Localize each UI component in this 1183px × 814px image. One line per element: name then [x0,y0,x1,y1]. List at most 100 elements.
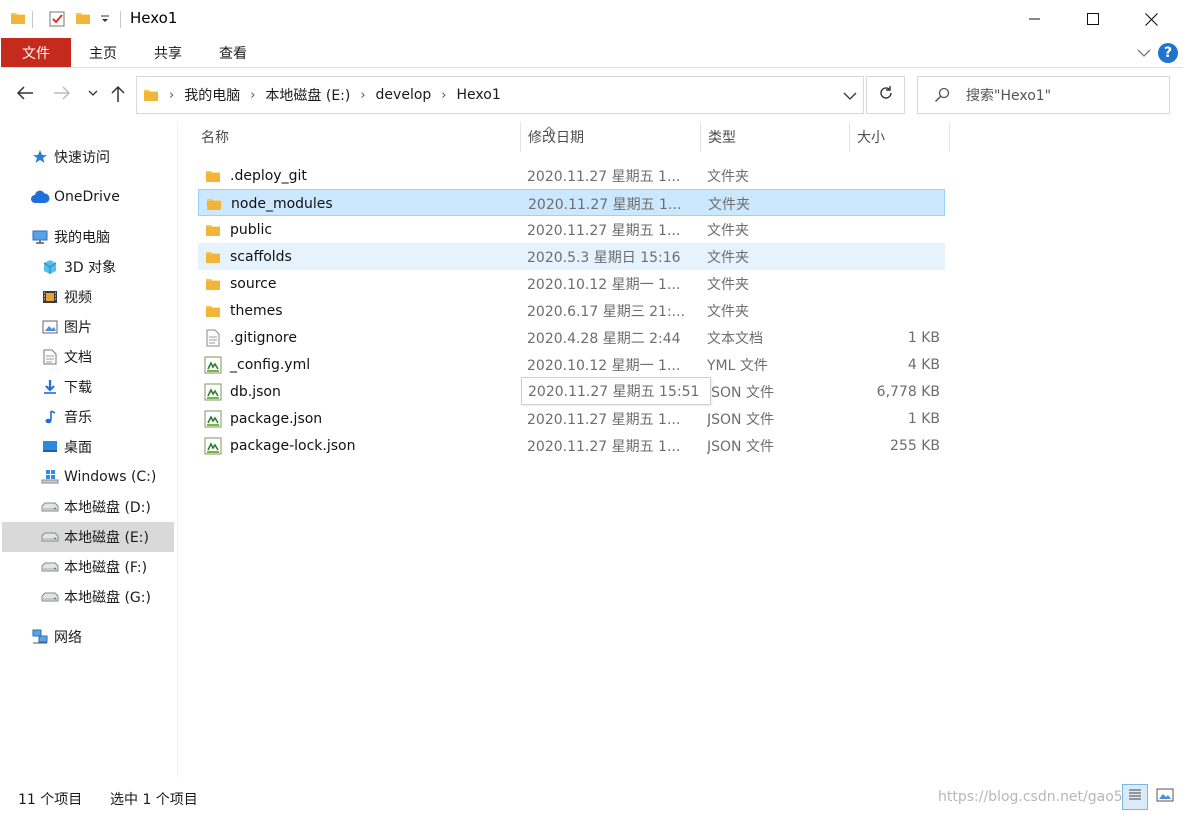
file-name: _config.yml [230,356,311,373]
help-icon[interactable]: ? [1158,43,1178,63]
file-size: 1 KB [907,329,940,346]
sidebar-item[interactable]: 桌面 [2,432,174,462]
file-name: .gitignore [230,329,297,346]
sidebar-item[interactable]: 图片 [2,312,174,342]
tab-view[interactable]: 查看 [208,38,258,67]
sidebar-item-label: 下载 [64,380,92,396]
sidebar-item[interactable]: 3D 对象 [2,252,174,282]
breadcrumb-hexo1[interactable]: Hexo1 [457,87,501,103]
search-box[interactable]: 搜索"Hexo1" [917,76,1170,114]
drive-icon [40,497,60,517]
file-row[interactable]: .gitignore 2020.4.28 星期二 2:44 文本文档 1 KB [198,324,945,351]
sidebar-item-label: 桌面 [64,440,92,456]
column-size[interactable]: 大小 [849,122,949,152]
sidebar-item[interactable]: 本地磁盘 (F:) [2,552,174,582]
file-type: 文件夹 [708,196,750,213]
column-date-modified[interactable]: 修改日期 [520,122,700,152]
column-type[interactable]: 类型 [700,122,849,152]
file-size [848,162,940,189]
document-icon [40,347,60,367]
sidebar-item[interactable]: 本地磁盘 (E:) [2,522,174,552]
sidebar-item[interactable]: Windows (C:) [2,462,174,492]
breadcrumb-separator[interactable]: › [169,88,174,103]
file-type: 文件夹 [707,303,749,320]
sidebar-item[interactable]: 本地磁盘 (G:) [2,582,174,612]
sidebar-item-label: 本地磁盘 (D:) [64,500,151,516]
tab-share[interactable]: 共享 [143,38,193,67]
window-title: Hexo1 [130,9,178,27]
file-row[interactable]: public 2020.11.27 星期五 1... 文件夹 [198,216,945,243]
breadcrumb-drive-e[interactable]: 本地磁盘 (E:) [265,85,350,105]
cube-icon [40,257,60,277]
file-row[interactable]: package.json 2020.11.27 星期五 1... JSON 文件 1 … [198,405,945,432]
sidebar-item-label: 音乐 [64,410,92,426]
minimize-button[interactable] [1012,0,1058,38]
expand-ribbon-icon[interactable] [1137,46,1151,62]
properties-icon[interactable] [48,10,66,28]
forward-arrow-icon[interactable] [53,85,71,101]
back-arrow-icon[interactable] [16,85,34,101]
file-date: 2020.11.27 星期五 1... [527,411,681,428]
sidebar-item[interactable]: OneDrive [2,182,174,212]
text-file-icon [204,329,222,347]
up-arrow-icon[interactable] [110,85,126,103]
maximize-button[interactable] [1070,0,1116,38]
sidebar-item[interactable]: 视频 [2,282,174,312]
details-view-button[interactable] [1122,784,1148,810]
breadcrumb-develop[interactable]: develop [376,87,432,103]
file-type: JSON 文件 [707,411,774,428]
drive-icon [40,527,60,547]
breadcrumb-separator[interactable]: › [441,88,446,103]
file-row[interactable]: node_modules 2020.11.27 星期五 1... 文件夹 [198,189,945,216]
sidebar-item[interactable]: 下载 [2,372,174,402]
close-button[interactable] [1128,0,1174,38]
file-row[interactable]: _config.yml 2020.10.12 星期一 1... YML 文件 4 KB [198,351,945,378]
sidebar-item[interactable]: 本地磁盘 (D:) [2,492,174,522]
recent-locations-chevron-icon[interactable] [88,89,98,97]
sidebar-item[interactable]: 网络 [2,622,174,652]
refresh-button[interactable] [866,76,905,114]
column-headers: 名称 修改日期 类型 大小 [193,122,950,152]
sidebar-item-label: 文档 [64,350,92,366]
file-type: JSON 文件 [707,384,774,401]
tab-home[interactable]: 主页 [78,38,128,67]
watermark: https://blog.csdn.net/gao5... [938,789,1137,805]
address-history-chevron-icon[interactable] [843,89,857,105]
search-icon [934,87,950,103]
file-size: 1 KB [907,410,940,427]
sidebar-item-label: 视频 [64,290,92,306]
folder-icon [204,275,222,293]
breadcrumb-separator[interactable]: › [250,88,255,103]
file-row[interactable]: source 2020.10.12 星期一 1... 文件夹 [198,270,945,297]
search-input[interactable]: 搜索"Hexo1" [966,85,1051,105]
file-name: .deploy_git [230,167,307,184]
file-size: 6,778 KB [876,383,940,400]
script-file-icon [204,383,222,401]
file-name-cell: .deploy_git [204,162,522,189]
new-folder-icon[interactable] [75,10,91,26]
file-date: 2020.11.27 星期五 1... [528,196,682,213]
file-name-cell: _config.yml [204,351,522,378]
star-icon [30,147,50,167]
sidebar-item[interactable]: 音乐 [2,402,174,432]
sidebar-item[interactable]: 文档 [2,342,174,372]
file-row[interactable]: .deploy_git 2020.11.27 星期五 1... 文件夹 [198,162,945,189]
tab-file[interactable]: 文件 [1,38,71,67]
address-bar[interactable]: › 我的电脑 › 本地磁盘 (E:) › develop › Hexo1 [136,76,864,114]
large-icons-view-button[interactable] [1152,784,1178,810]
selection-count: 选中 1 个项目 [110,792,198,808]
file-name: db.json [230,383,281,400]
sidebar-item-label: 我的电脑 [54,230,110,246]
file-row[interactable]: themes 2020.6.17 星期三 21:... 文件夹 [198,297,945,324]
sidebar-item[interactable]: 快速访问 [2,142,174,172]
sidebar-item[interactable]: 我的电脑 [2,222,174,252]
drive-icon [40,587,60,607]
column-name[interactable]: 名称 [193,122,520,152]
file-row[interactable]: package-lock.json 2020.11.27 星期五 1... JSON… [198,432,945,459]
file-row[interactable]: scaffolds 2020.5.3 星期日 15:16 文件夹 [198,243,945,270]
breadcrumb-separator[interactable]: › [360,88,365,103]
file-date: 2020.10.12 星期一 1... [527,357,681,374]
customize-toolbar-icon[interactable] [100,14,110,24]
breadcrumb-my-computer[interactable]: 我的电脑 [184,85,240,105]
file-name: scaffolds [230,248,292,265]
